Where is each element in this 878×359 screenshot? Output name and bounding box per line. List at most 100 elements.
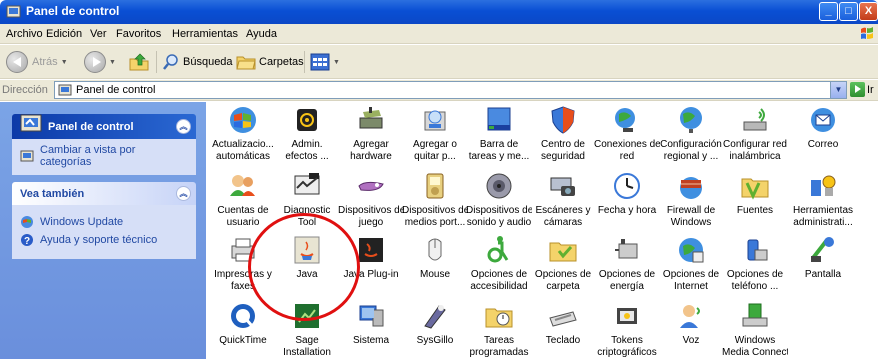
toolbar: Atrás ▼ ▼ Búsqueda Carpetas ▼: [0, 45, 878, 79]
views-button[interactable]: ▼: [310, 51, 340, 73]
item-label-line2: carpeta: [546, 281, 580, 292]
maximize-button[interactable]: □: [839, 2, 858, 21]
back-button[interactable]: Atrás ▼: [6, 51, 68, 73]
firewall-icon: [680, 177, 702, 199]
chevron-down-icon: ▼: [333, 58, 340, 66]
control-panel-item[interactable]: Dispositivos de juego: [338, 170, 404, 229]
control-panel-item[interactable]: Admin. efectos ...: [274, 104, 340, 163]
item-label-line2: Installation: [283, 347, 331, 358]
folder-options-icon: [549, 242, 577, 262]
item-label: Dispositivos de: [402, 205, 468, 216]
item-label: Configuración: [660, 139, 722, 150]
control-panel-item[interactable]: Opciones de teléfono ...: [722, 234, 788, 293]
control-panel-item[interactable]: Pantalla: [790, 234, 856, 281]
control-panel-item[interactable]: Centro de seguridad: [530, 104, 596, 163]
menu-edicion[interactable]: Edición: [46, 28, 82, 40]
control-panel-item[interactable]: Teclado: [530, 300, 596, 347]
control-panel-item[interactable]: Firewall de Windows: [658, 170, 724, 229]
forward-button[interactable]: ▼: [84, 51, 116, 73]
control-panel-item[interactable]: Tokens criptográficos: [594, 300, 660, 359]
item-label-line2: medios port...: [404, 217, 466, 228]
item-label-line2: quitar p...: [414, 151, 456, 162]
item-label: Opciones de: [726, 269, 784, 280]
item-label: Sistema: [352, 335, 390, 346]
control-panel-item[interactable]: Opciones de accesibilidad: [466, 234, 532, 293]
control-panel-item[interactable]: Opciones de Internet: [658, 234, 724, 293]
control-panel-item[interactable]: Agregar hardware: [338, 104, 404, 163]
menu-favoritos[interactable]: Favoritos: [116, 28, 161, 40]
menu-ayuda[interactable]: Ayuda: [246, 28, 277, 40]
mail-icon: [811, 108, 835, 132]
switch-category-view-label: Cambiar a vista por categorías: [40, 144, 136, 168]
control-panel-item[interactable]: Windows Media Connect: [722, 300, 788, 359]
collapse-icon[interactable]: ︽: [176, 119, 191, 134]
add-hardware-icon: [359, 107, 383, 129]
control-panel-item[interactable]: Dispositivos de medios port...: [402, 170, 468, 229]
control-panel-box-header[interactable]: Panel de control ︽: [12, 114, 196, 139]
item-label: Admin.: [291, 139, 323, 150]
windows-update-link[interactable]: Windows Update: [20, 213, 188, 231]
svg-text:?: ?: [24, 236, 30, 247]
go-arrow-icon[interactable]: [850, 82, 865, 97]
back-arrow-icon: [6, 51, 28, 73]
item-label-line2: efectos ...: [285, 151, 329, 162]
keyboard-icon: [549, 311, 577, 327]
control-panel-item[interactable]: Configurar red inalámbrica: [722, 104, 788, 163]
control-panel-item[interactable]: Actualizacio... automáticas: [210, 104, 276, 163]
fonts-folder-icon: [741, 178, 769, 200]
system-icon: [359, 305, 384, 327]
folders-button[interactable]: Carpetas: [236, 51, 304, 73]
control-panel-item[interactable]: Conexiones de red: [594, 104, 660, 163]
menu-herramientas[interactable]: Herramientas: [172, 28, 238, 40]
help-support-link[interactable]: ? Ayuda y soporte técnico: [20, 231, 188, 249]
control-panel-item[interactable]: Opciones de carpeta: [530, 234, 596, 293]
control-panel-item[interactable]: Correo: [790, 104, 856, 151]
go-button[interactable]: Ir: [867, 84, 874, 96]
see-also-title: Vea también: [20, 188, 85, 200]
control-panel-item[interactable]: Barra de tareas y me...: [466, 104, 532, 163]
control-panel-item[interactable]: Dispositivos de sonido y audio: [466, 170, 532, 229]
item-label: Opciones de: [662, 269, 720, 280]
item-label: Agregar: [353, 139, 389, 150]
crypto-tokens-icon: [617, 308, 637, 324]
taskbar-icon: [487, 107, 511, 131]
control-panel-item[interactable]: Sistema: [338, 300, 404, 347]
item-label-line2: administrati...: [793, 217, 853, 228]
control-panel-item[interactable]: SysGillo: [402, 300, 468, 347]
collapse-icon[interactable]: ︽: [176, 186, 191, 201]
forward-arrow-icon: [84, 51, 106, 73]
control-panel-item[interactable]: Mouse: [402, 234, 468, 281]
address-input[interactable]: Panel de control ▼: [54, 81, 847, 99]
item-label: Actualizacio...: [212, 139, 274, 150]
see-also-box: Vea también ︽ Windows Update ? Ayuda y s…: [12, 182, 196, 259]
control-panel-item[interactable]: Escáneres y cámaras: [530, 170, 596, 229]
windows-flag-icon: [861, 27, 873, 39]
control-panel-item[interactable]: Fuentes: [722, 170, 788, 217]
switch-category-view-link[interactable]: Cambiar a vista por categorías: [20, 144, 188, 168]
control-panel-item[interactable]: Configuración regional y ...: [658, 104, 724, 163]
see-also-header[interactable]: Vea también ︽: [12, 182, 196, 205]
control-panel-item[interactable]: Herramientas administrati...: [790, 170, 856, 229]
address-dropdown-button[interactable]: ▼: [830, 82, 846, 98]
item-label: Teclado: [545, 335, 581, 346]
add-remove-programs-icon: [424, 110, 446, 131]
menu-archivo[interactable]: Archivo: [6, 28, 43, 40]
control-panel-item[interactable]: Opciones de energía: [594, 234, 660, 293]
search-button[interactable]: Búsqueda: [162, 51, 233, 73]
scanners-cameras-icon: [550, 177, 575, 196]
control-panel-item[interactable]: Cuentas de usuario: [210, 170, 276, 229]
internet-options-icon: [679, 238, 704, 263]
minimize-button[interactable]: _: [819, 2, 838, 21]
control-panel-item[interactable]: Agregar o quitar p...: [402, 104, 468, 163]
control-panel-item[interactable]: Voz: [658, 300, 724, 347]
up-folder-button[interactable]: [128, 51, 150, 73]
control-panel-item[interactable]: Fecha y hora: [594, 170, 660, 217]
title-bar: Panel de control _ □ X: [0, 0, 878, 24]
menu-ver[interactable]: Ver: [90, 28, 107, 40]
game-controllers-icon: [358, 181, 384, 191]
close-button[interactable]: X: [859, 2, 878, 21]
item-label-line2: juego: [358, 217, 384, 228]
control-panel-box: Panel de control ︽ Cambiar a vista por c…: [12, 114, 196, 175]
item-label-line2: cámaras: [543, 217, 583, 228]
control-panel-item[interactable]: Tareas programadas: [466, 300, 532, 359]
